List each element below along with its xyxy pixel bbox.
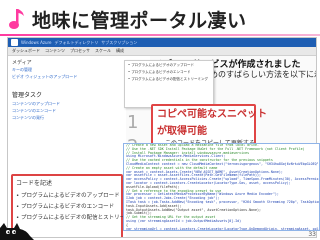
media-label: メディア (12, 60, 32, 66)
left-panel: メディア キーの管理 ビデオ ウィジェットのアップロード 管理タスク コンテンツ… (8, 56, 142, 237)
black-cat-icon (0, 223, 34, 240)
dropdown-option-encode[interactable]: • プログラムによるビデオのエンコード (128, 70, 210, 75)
code-option-upload[interactable]: • プログラムによるビデオのアップロード (16, 191, 120, 199)
write-code-header: コードを記述 (16, 180, 53, 187)
tab-content[interactable]: コンテンツ (45, 48, 65, 54)
code-snippet-block[interactable]: // Create a new asset and upload a mezza… (123, 143, 320, 231)
music-note-icon (8, 7, 26, 31)
dropdown-option-upload[interactable]: • プログラムによるビデオのアップロード (128, 63, 210, 68)
upload-widget-link[interactable]: ビデオ ウィジェットのアップロード (12, 74, 122, 80)
slide-title-text: 地味に管理ポータル凄い (32, 9, 247, 32)
title-divider (0, 34, 320, 36)
code-options-dropdown: • プログラムによるビデオのアップロード • プログラムによるビデオのエンコード… (124, 60, 214, 108)
slide-title: 地味に管理ポータル凄い (8, 4, 247, 34)
callout-line: コピペ可能なスニペット (157, 109, 267, 120)
task-link-upload[interactable]: コンテンツのアップロード (12, 101, 122, 107)
tab-dashboard[interactable]: ダッシュボード (12, 48, 40, 54)
dropdown-option-stream[interactable]: • プログラムによるビデオの配信とストリーミング (128, 77, 210, 82)
manage-keys-link[interactable]: キーの管理 (12, 67, 122, 73)
tab-configure[interactable]: 構成 (116, 48, 124, 54)
portal-topbar: Windows Azure デフォルトディレクトリ サブスクリプション (8, 38, 316, 47)
step-number: 1 (127, 112, 139, 133)
breadcrumb-item[interactable]: デフォルトディレクトリ (55, 40, 99, 46)
breadcrumb-item[interactable]: Windows Azure (21, 40, 52, 45)
management-tasks-title: 管理タスク (12, 92, 43, 99)
tab-scale[interactable]: スケール (95, 48, 111, 54)
task-link-publish[interactable]: コンテンツの発行 (12, 115, 122, 121)
code-option-encode[interactable]: • プログラムによるビデオのエンコード (16, 202, 118, 210)
tab-processors[interactable]: プロセッサ (70, 48, 90, 54)
portal-tabs: ダッシュボード コンテンツ プロセッサ スケール 構成 (8, 47, 316, 56)
page-number: 33 (308, 231, 316, 238)
task-link-encode[interactable]: コンテンツのエンコード (12, 108, 122, 114)
breadcrumb-item[interactable]: サブスクリプション (101, 40, 137, 46)
azure-logo-icon (11, 39, 18, 46)
